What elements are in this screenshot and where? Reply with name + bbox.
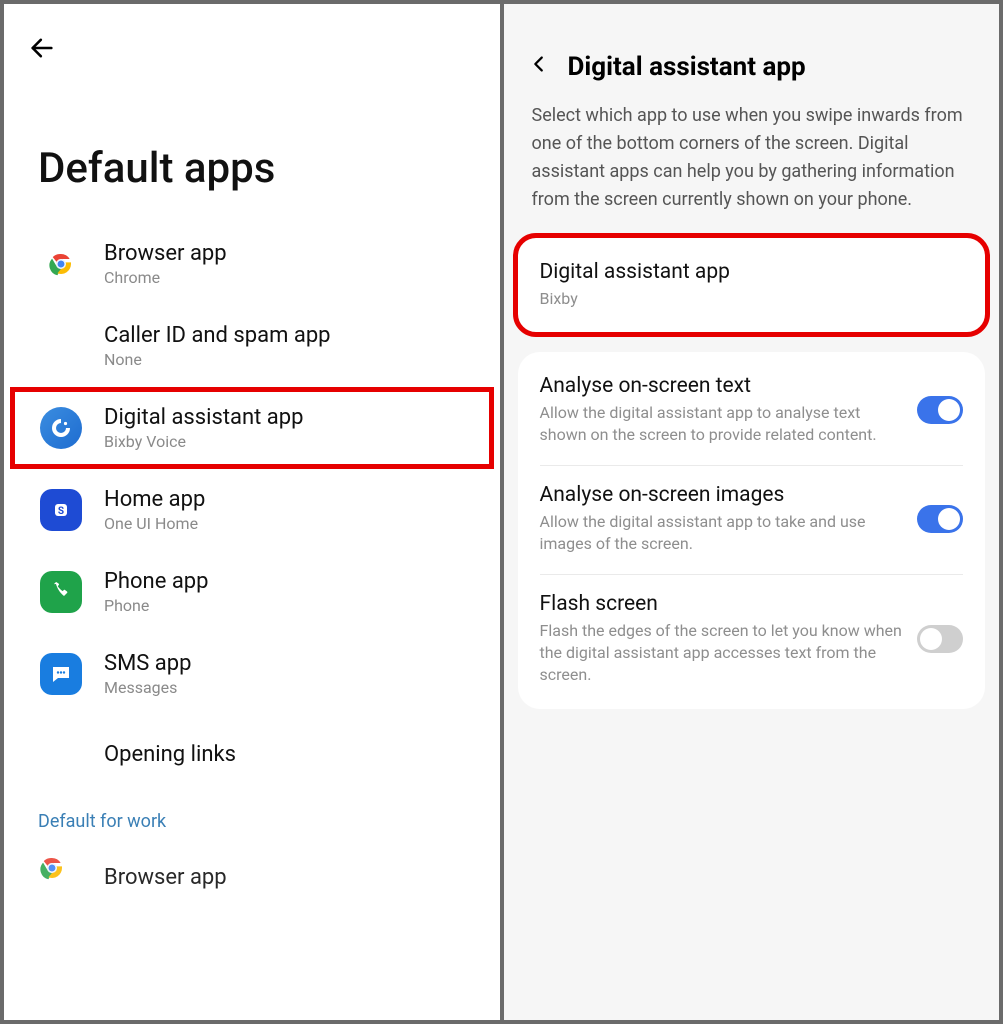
analyse-text-row[interactable]: Analyse on-screen text Allow the digital… — [518, 356, 986, 465]
chrome-icon — [40, 856, 82, 898]
home-app-label: Home app — [104, 487, 205, 512]
selected-assistant-card[interactable]: Digital assistant app Bixby — [518, 238, 986, 332]
browser-app-row[interactable]: Browser app Chrome — [4, 223, 500, 305]
caller-id-icon-placeholder — [40, 325, 82, 367]
default-for-work-link[interactable]: Default for work — [4, 793, 500, 842]
dual-screenshots: Default apps Browser app Chrome Caller I… — [0, 0, 1003, 1024]
svg-text:S: S — [58, 506, 64, 517]
digital-assistant-label: Digital assistant app — [104, 405, 303, 430]
digital-assistant-value: Bixby Voice — [104, 432, 303, 451]
analyse-images-desc: Allow the digital assistant app to take … — [540, 511, 906, 556]
analyse-images-label: Analyse on-screen images — [540, 483, 906, 507]
selected-assistant-value: Bixby — [540, 288, 952, 310]
analyse-text-label: Analyse on-screen text — [540, 374, 906, 398]
browser-app-row-partial[interactable]: Browser app — [4, 842, 500, 898]
messages-icon — [40, 653, 82, 695]
flash-screen-toggle[interactable] — [917, 625, 963, 653]
selected-assistant-label: Digital assistant app — [540, 260, 952, 284]
digital-assistant-settings-screen: Digital assistant app Select which app t… — [504, 4, 1000, 1020]
opening-links-row[interactable]: Opening links — [4, 715, 500, 793]
caller-id-row[interactable]: Caller ID and spam app None — [4, 305, 500, 387]
opening-links-label: Opening links — [104, 742, 236, 767]
back-arrow-icon[interactable] — [28, 34, 56, 67]
phone-app-value: Phone — [104, 596, 209, 615]
caller-id-label: Caller ID and spam app — [104, 323, 331, 348]
browser-app-partial-label: Browser app — [104, 865, 227, 890]
phone-app-label: Phone app — [104, 569, 209, 594]
page-description: Select which app to use when you swipe i… — [504, 102, 1000, 238]
flash-screen-label: Flash screen — [540, 592, 906, 616]
sms-app-label: SMS app — [104, 651, 191, 676]
samsung-home-icon: S — [40, 489, 82, 531]
digital-assistant-row[interactable]: Digital assistant app Bixby Voice — [10, 387, 494, 469]
sms-app-value: Messages — [104, 678, 191, 697]
analyse-images-toggle[interactable] — [917, 505, 963, 533]
home-app-value: One UI Home — [104, 514, 205, 533]
flash-screen-desc: Flash the edges of the screen to let you… — [540, 620, 906, 687]
analyse-text-toggle[interactable] — [917, 396, 963, 424]
phone-app-row[interactable]: Phone app Phone — [4, 551, 500, 633]
caller-id-value: None — [104, 350, 331, 369]
phone-icon — [40, 571, 82, 613]
default-apps-list: Browser app Chrome Caller ID and spam ap… — [4, 223, 500, 793]
chrome-icon — [40, 243, 82, 285]
sms-app-row[interactable]: SMS app Messages — [4, 633, 500, 715]
back-chevron-icon[interactable] — [528, 52, 550, 82]
flash-screen-row[interactable]: Flash screen Flash the edges of the scre… — [518, 574, 986, 705]
browser-app-value: Chrome — [104, 268, 227, 287]
analyse-text-desc: Allow the digital assistant app to analy… — [540, 402, 906, 447]
page-title: Default apps — [38, 144, 500, 193]
default-apps-screen: Default apps Browser app Chrome Caller I… — [4, 4, 500, 1020]
page-title: Digital assistant app — [568, 52, 806, 82]
analyse-images-row[interactable]: Analyse on-screen images Allow the digit… — [518, 465, 986, 574]
browser-app-label: Browser app — [104, 241, 227, 266]
home-app-row[interactable]: S Home app One UI Home — [4, 469, 500, 551]
bixby-icon — [40, 407, 82, 449]
assistant-permissions-card: Analyse on-screen text Allow the digital… — [518, 352, 986, 709]
opening-links-icon-placeholder — [40, 733, 82, 775]
